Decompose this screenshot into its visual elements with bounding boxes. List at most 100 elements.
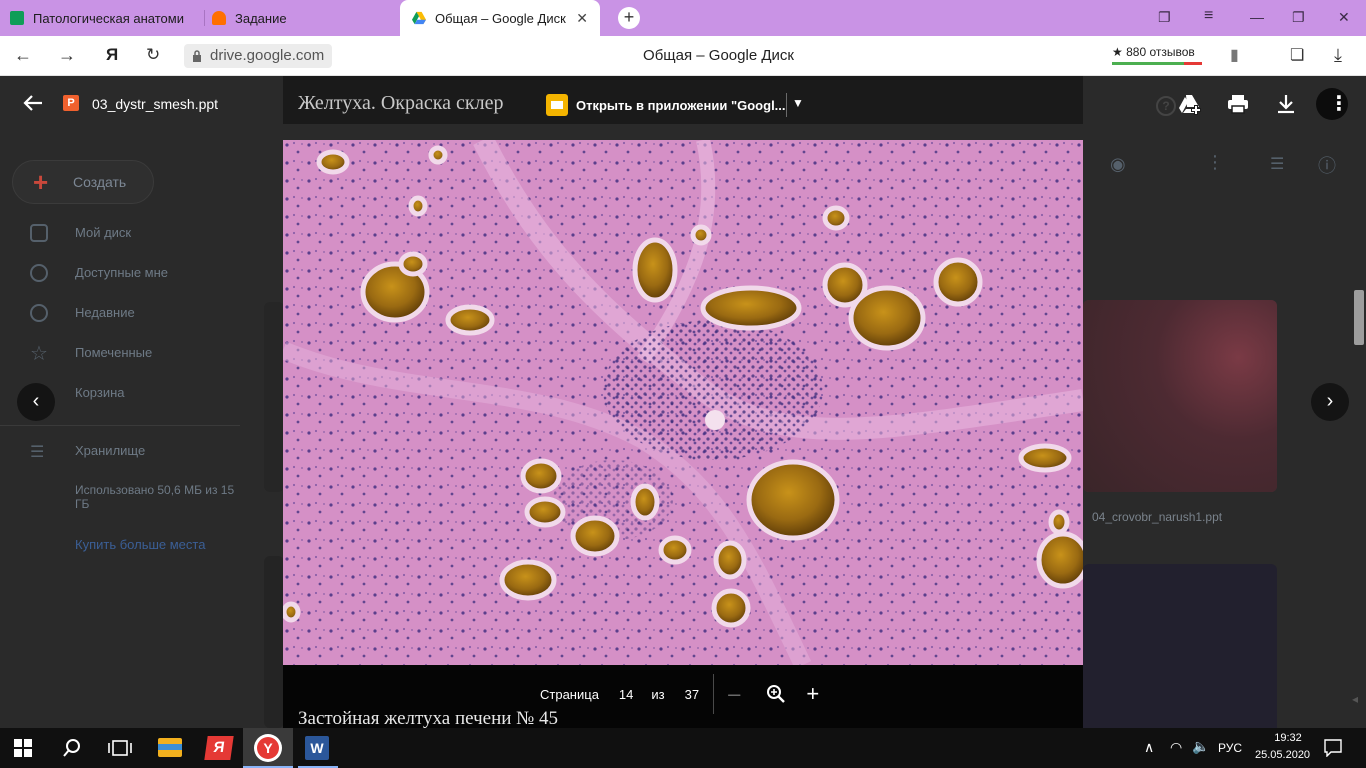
clock-icon [30, 304, 48, 322]
next-page-button[interactable]: › [1311, 383, 1349, 421]
storage-used: Использовано 50,6 МБ из 15 ГБ [75, 483, 235, 511]
preview-icon: ◉ [1110, 154, 1126, 174]
page-total: 37 [684, 686, 700, 702]
lock-icon [193, 50, 201, 62]
zoom-icon[interactable] [766, 684, 786, 704]
sheets-icon [10, 11, 24, 25]
minimize-icon[interactable]: — [1250, 9, 1264, 25]
zoom-out-icon[interactable]: – [728, 681, 740, 707]
tab-label: Патологическая анатоми [33, 10, 184, 26]
download-icon[interactable] [1274, 92, 1298, 116]
info-icon: ⓘ [1318, 156, 1336, 176]
notifications-icon[interactable] [1324, 739, 1342, 757]
chevron-up-icon[interactable]: ∧ [1144, 739, 1154, 756]
nav-starred[interactable]: Помеченные [75, 345, 152, 360]
url-field[interactable]: drive.google.com [184, 44, 333, 68]
more-vert-icon: ⋮ [1329, 93, 1349, 115]
yandex-app-icon[interactable]: Я [204, 736, 234, 760]
my-drive-icon [30, 224, 48, 242]
tab-task[interactable]: Задание [212, 0, 392, 36]
close-window-icon[interactable]: ✕ [1338, 9, 1350, 26]
nav-recent[interactable]: Недавние [75, 305, 135, 320]
new-tab-button[interactable]: + [618, 7, 640, 29]
file-card-caption[interactable]: 04_crovobr_narush1.ppt [1083, 492, 1277, 542]
nav-trash[interactable]: Корзина [75, 385, 125, 400]
chevron-down-icon[interactable]: ▼ [792, 96, 804, 110]
task-view-icon[interactable] [108, 739, 132, 757]
thumb-image [1083, 300, 1277, 492]
file-card-thumb[interactable] [1083, 300, 1277, 492]
scroll-left-icon[interactable]: ◂ [1352, 692, 1358, 706]
volume-icon[interactable]: 🔈 [1192, 738, 1209, 755]
downloads-icon[interactable]: ⤓ [1334, 45, 1342, 66]
tab-label: Задание [235, 10, 287, 26]
slides-icon [546, 94, 568, 116]
tab-pathology[interactable]: Патологическая анатоми [10, 0, 200, 36]
ppt-file-icon: P [63, 95, 79, 111]
google-drive-icon [412, 11, 426, 25]
reviews-badge[interactable]: ★ 880 отзывов [1112, 44, 1202, 68]
add-to-drive-icon[interactable] [1178, 92, 1202, 116]
reload-icon[interactable]: ↻ [146, 45, 160, 65]
star-icon: ☆ [30, 343, 48, 365]
menu-icon[interactable]: ≡ [1204, 7, 1213, 25]
print-icon[interactable] [1226, 92, 1250, 116]
buy-storage-link[interactable]: Купить больше места [75, 537, 205, 552]
address-bar: ← → Я ↻ drive.google.com Общая – Google … [0, 36, 1366, 76]
page-label: Страница [540, 686, 599, 702]
search-icon[interactable] [62, 738, 82, 758]
collections-icon[interactable]: ❏ [1290, 45, 1304, 65]
scrollbar-thumb[interactable] [1354, 290, 1364, 345]
word-icon[interactable]: W [305, 736, 329, 760]
yandex-icon[interactable]: Я [106, 45, 118, 65]
file-explorer-icon[interactable] [158, 738, 182, 757]
back-icon[interactable]: ← [14, 45, 32, 66]
file-card-left[interactable] [264, 302, 284, 492]
prev-page-button[interactable]: ‹ [17, 383, 55, 421]
create-label: Создать [73, 174, 127, 190]
tab-google-drive[interactable]: Общая – Google Диск ✕ [400, 0, 600, 36]
nav-storage[interactable]: Хранилище [75, 443, 145, 458]
language-indicator[interactable]: РУС [1218, 741, 1242, 755]
rating-bar [1112, 62, 1202, 65]
network-icon[interactable]: ◠ [1170, 739, 1182, 756]
tabs-overview-icon[interactable]: ❐ [1158, 9, 1171, 26]
nav-shared[interactable]: Доступные мне [75, 265, 168, 280]
viewer-file-name: 03_dystr_smesh.ppt [92, 96, 219, 112]
explorer-stripe [158, 744, 182, 750]
more-icon: ⋮ [1206, 152, 1224, 172]
reviews-text: ★ 880 отзывов [1112, 45, 1195, 59]
tab-separator [204, 10, 205, 26]
page-bar-separator [713, 674, 715, 714]
open-in-app-label: Открыть в приложении "Googl... [576, 97, 786, 113]
clock-date[interactable]: 25.05.2020 [1255, 749, 1310, 761]
bookmark-icon[interactable]: ▮ [1230, 45, 1239, 65]
yandex-browser-icon[interactable]: Y [254, 734, 282, 762]
clock-time[interactable]: 19:32 [1267, 732, 1309, 744]
divider [0, 425, 240, 426]
file-card-thumb-2[interactable] [1083, 564, 1277, 734]
page-current-input[interactable]: 14 [619, 687, 633, 702]
hat-icon [212, 11, 226, 25]
browser-tabbar: Патологическая анатоми Задание Общая – G… [0, 0, 1366, 36]
plus-icon: + [33, 167, 49, 197]
close-tab-icon[interactable]: ✕ [576, 10, 588, 27]
create-button[interactable]: + Создать [12, 160, 154, 204]
help-icon[interactable]: ? [1156, 96, 1176, 116]
page-controls: Страница 14 из 37 – + [524, 674, 844, 714]
nav-my-drive[interactable]: Мой диск [75, 225, 131, 240]
storage-icon: ☰ [30, 444, 45, 461]
open-in-app-button[interactable]: Открыть в приложении "Googl... [546, 91, 786, 119]
url-text: drive.google.com [210, 47, 325, 64]
zoom-in-icon[interactable]: + [806, 681, 819, 707]
slide-caption: Застойная желтуха печени № 45 [298, 708, 559, 729]
forward-icon[interactable]: → [58, 45, 76, 66]
back-arrow-icon[interactable] [22, 92, 44, 114]
file-card-left-2[interactable] [264, 556, 284, 728]
windows-taskbar: Я Y W ∧ ◠ 🔈 РУС 19:32 25.05.2020 [0, 728, 1366, 768]
windows-start-icon[interactable] [14, 739, 32, 757]
slide-image [283, 140, 1083, 665]
restore-icon[interactable]: ❐ [1292, 9, 1305, 26]
more-options-button[interactable]: ⋮ [1316, 88, 1349, 120]
file-card-name: 04_crovobr_narush1.ppt [1092, 510, 1223, 524]
